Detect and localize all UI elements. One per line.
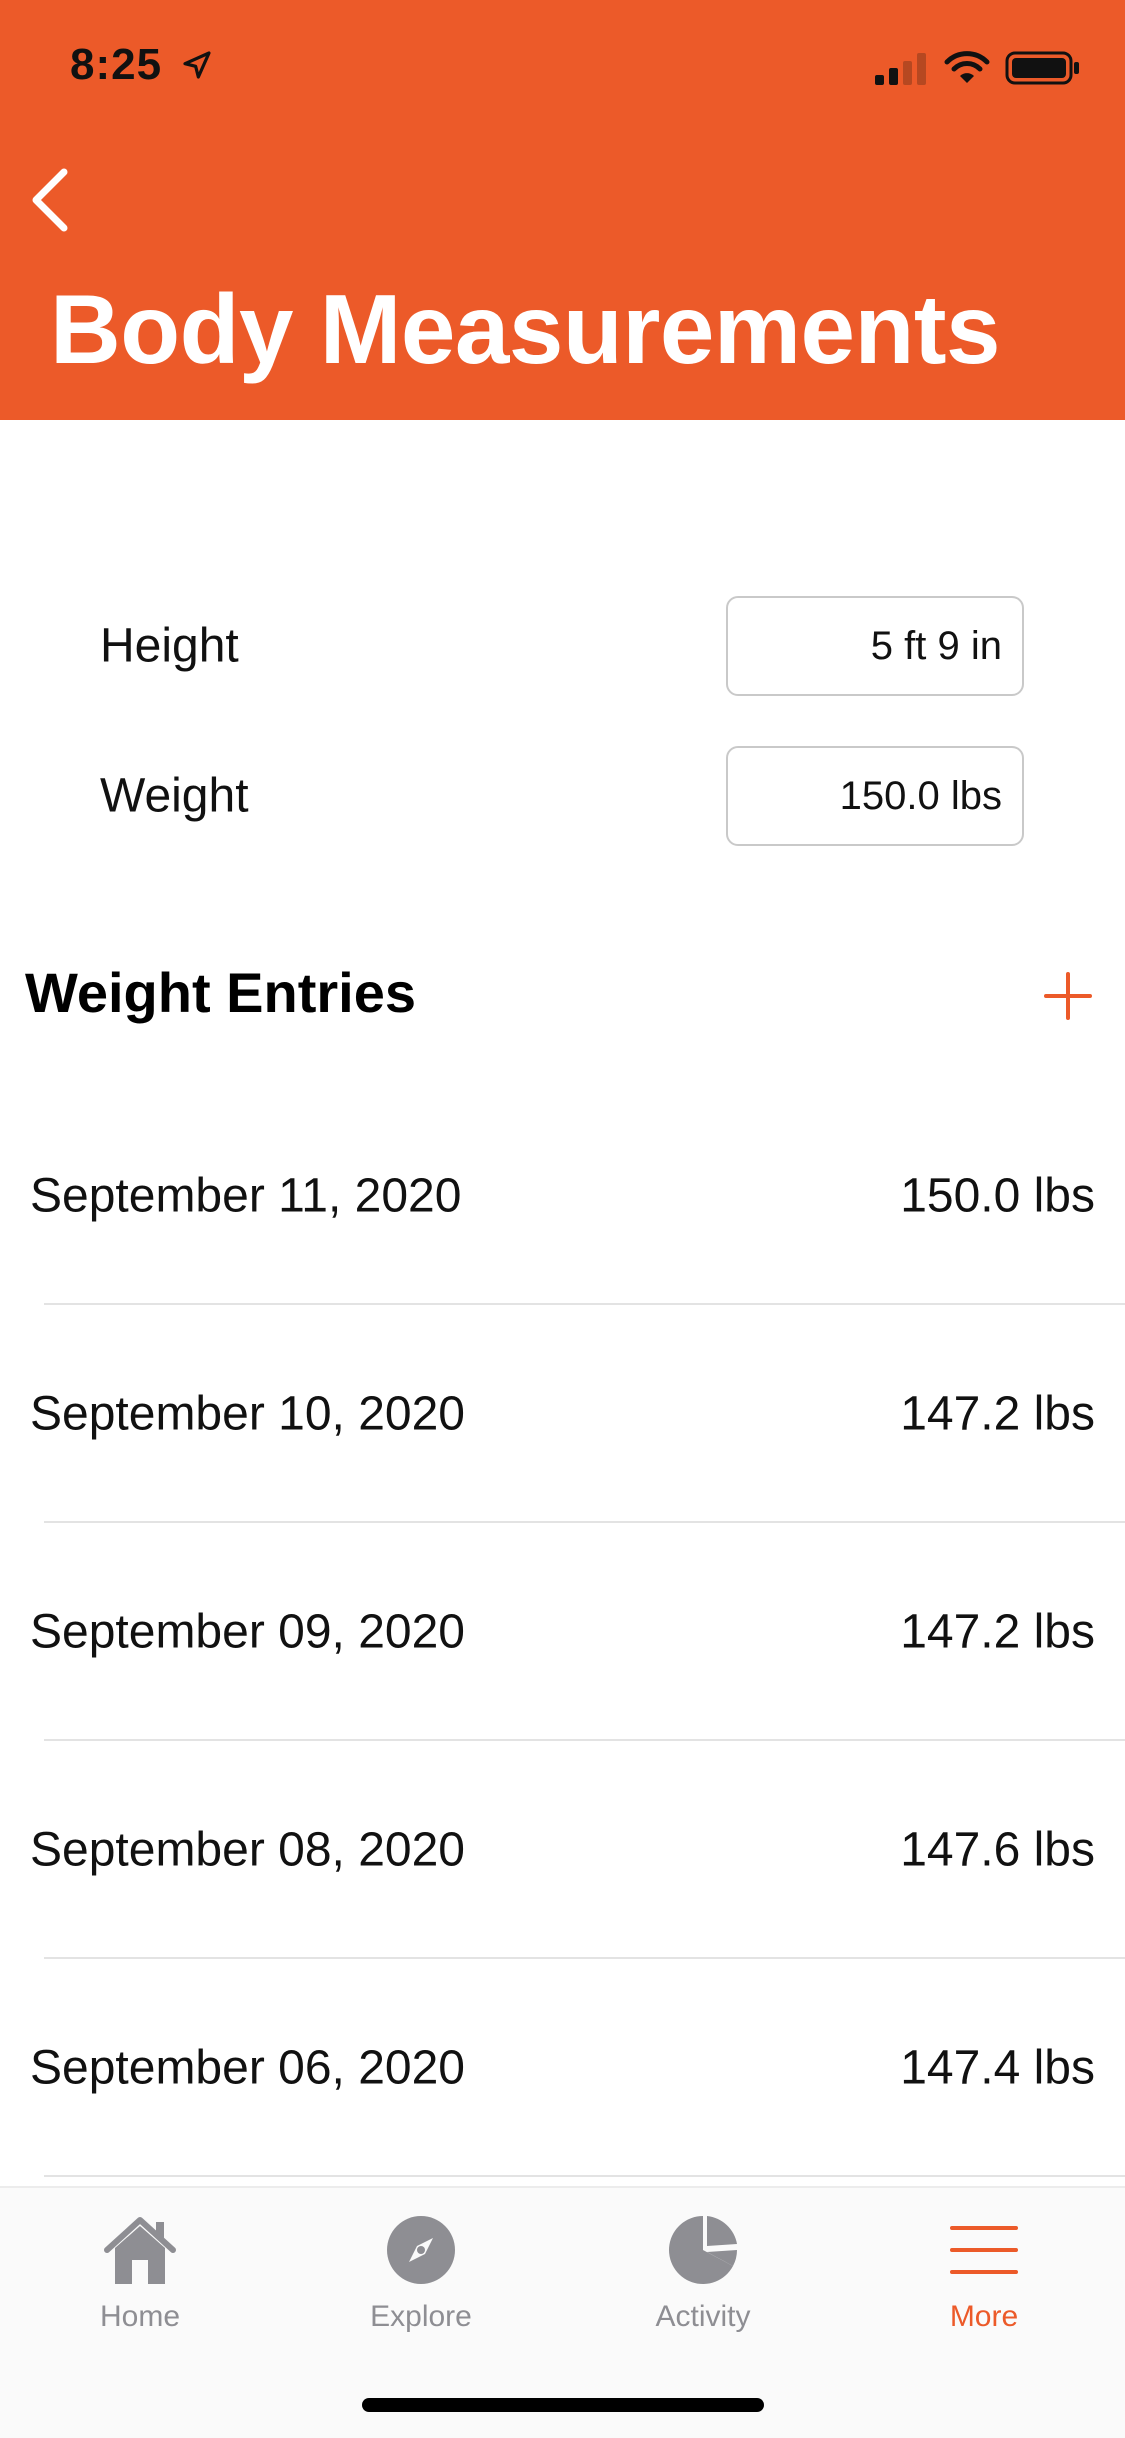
hamburger-menu-icon xyxy=(950,2226,1018,2274)
entry-weight: 147.4 lbs xyxy=(900,2041,1095,2095)
tab-more-label: More xyxy=(949,2300,1019,2333)
status-time-text: 8:25 xyxy=(70,40,163,89)
entry-date: September 09, 2020 xyxy=(30,1605,465,1659)
status-bar-time: 8:25 xyxy=(70,40,213,90)
tab-home-label: Home xyxy=(99,2300,181,2333)
list-item[interactable]: September 11, 2020 150.0 lbs xyxy=(0,1087,1125,1305)
entry-date: September 10, 2020 xyxy=(30,1387,465,1441)
list-item[interactable]: September 10, 2020 147.2 lbs xyxy=(0,1305,1125,1523)
compass-icon xyxy=(387,2216,455,2284)
entry-date: September 06, 2020 xyxy=(30,2041,465,2095)
entry-weight: 147.2 lbs xyxy=(900,1605,1095,1659)
weight-entries-list: September 11, 2020 150.0 lbs September 1… xyxy=(0,1087,1125,2177)
divider xyxy=(44,2175,1125,2177)
list-item[interactable]: September 06, 2020 147.4 lbs xyxy=(0,1959,1125,2177)
entry-weight: 150.0 lbs xyxy=(900,1169,1095,1223)
entry-weight: 147.2 lbs xyxy=(900,1387,1095,1441)
weight-label: Weight xyxy=(100,769,249,823)
tab-home[interactable]: Home xyxy=(40,2214,240,2354)
list-item[interactable]: September 08, 2020 147.6 lbs xyxy=(0,1741,1125,1959)
height-field[interactable] xyxy=(726,596,1024,696)
home-indicator[interactable] xyxy=(362,2398,764,2412)
tab-activity-label: Activity xyxy=(655,2300,751,2333)
list-item[interactable]: September 09, 2020 147.2 lbs xyxy=(0,1523,1125,1741)
entry-date: September 08, 2020 xyxy=(30,1823,465,1877)
back-button[interactable] xyxy=(20,160,80,240)
entry-date: September 11, 2020 xyxy=(30,1169,462,1223)
page-title: Body Measurements xyxy=(50,274,1001,384)
tab-explore[interactable]: Explore xyxy=(321,2214,521,2354)
wifi-icon xyxy=(944,51,990,83)
tab-more[interactable]: More xyxy=(884,2214,1084,2354)
add-entry-button[interactable] xyxy=(1040,968,1096,1024)
weight-entries-heading: Weight Entries xyxy=(25,961,417,1024)
height-row: Height xyxy=(0,596,1125,696)
pie-chart-icon xyxy=(669,2216,737,2284)
location-arrow-icon xyxy=(183,51,211,79)
tab-explore-label: Explore xyxy=(370,2300,472,2333)
entry-weight: 147.6 lbs xyxy=(900,1823,1095,1877)
battery-icon xyxy=(1005,51,1079,85)
tab-activity[interactable]: Activity xyxy=(603,2214,803,2354)
chevron-left-icon xyxy=(32,168,68,232)
status-bar-indicators xyxy=(873,48,1081,88)
weight-row: Weight xyxy=(0,746,1125,846)
plus-icon xyxy=(1044,972,1092,1020)
height-label: Height xyxy=(100,619,239,673)
weight-field[interactable] xyxy=(726,746,1024,846)
cellular-signal-icon xyxy=(875,53,926,85)
house-icon xyxy=(104,2217,176,2284)
nav-header: 8:25 Body Measurements xyxy=(0,0,1125,420)
tab-bar: Home Explore Activity More xyxy=(0,2186,1125,2438)
